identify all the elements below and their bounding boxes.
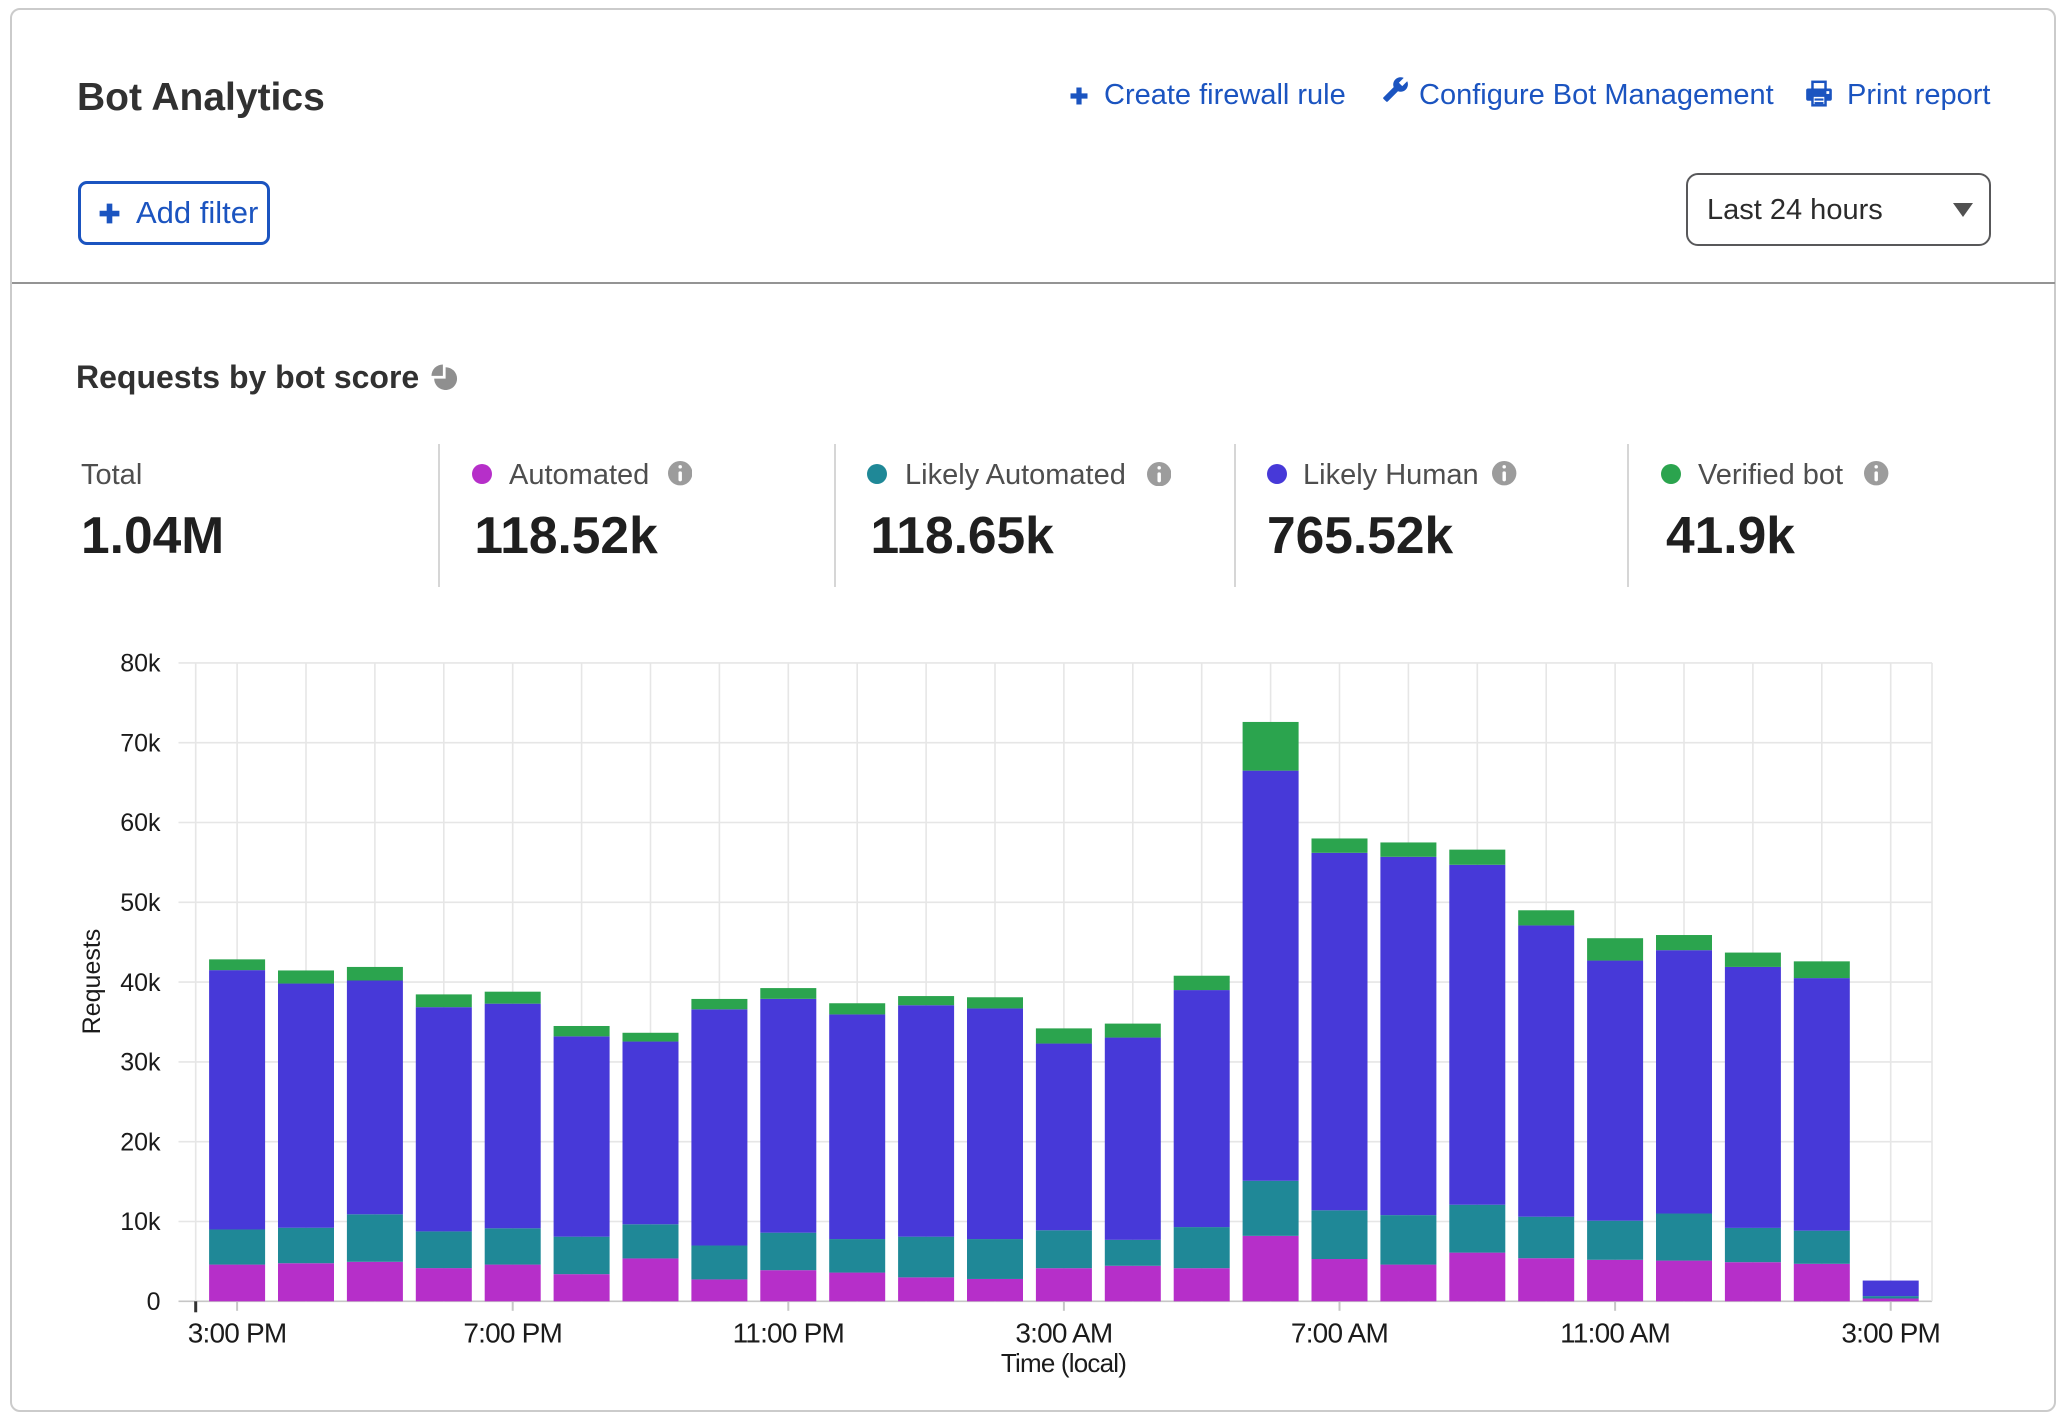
svg-text:11:00 PM: 11:00 PM [733,1318,844,1349]
svg-text:7:00 PM: 7:00 PM [463,1318,562,1349]
svg-text:80k: 80k [120,650,161,678]
svg-text:3:00 AM: 3:00 AM [1015,1318,1112,1349]
svg-text:20k: 20k [120,1128,161,1156]
svg-text:60k: 60k [120,809,161,837]
svg-text:7:00 AM: 7:00 AM [1291,1318,1388,1349]
svg-text:Time (local): Time (local) [1001,1348,1126,1378]
svg-text:3:00 PM: 3:00 PM [188,1318,287,1349]
svg-text:11:00 AM: 11:00 AM [1560,1318,1670,1349]
svg-text:30k: 30k [120,1049,161,1077]
svg-text:70k: 70k [120,729,161,757]
svg-text:40k: 40k [120,969,161,997]
svg-text:50k: 50k [120,889,161,917]
svg-text:0: 0 [147,1288,161,1316]
svg-text:3:00 PM: 3:00 PM [1841,1318,1940,1349]
svg-text:10k: 10k [120,1208,161,1236]
svg-text:Requests: Requests [78,929,106,1035]
